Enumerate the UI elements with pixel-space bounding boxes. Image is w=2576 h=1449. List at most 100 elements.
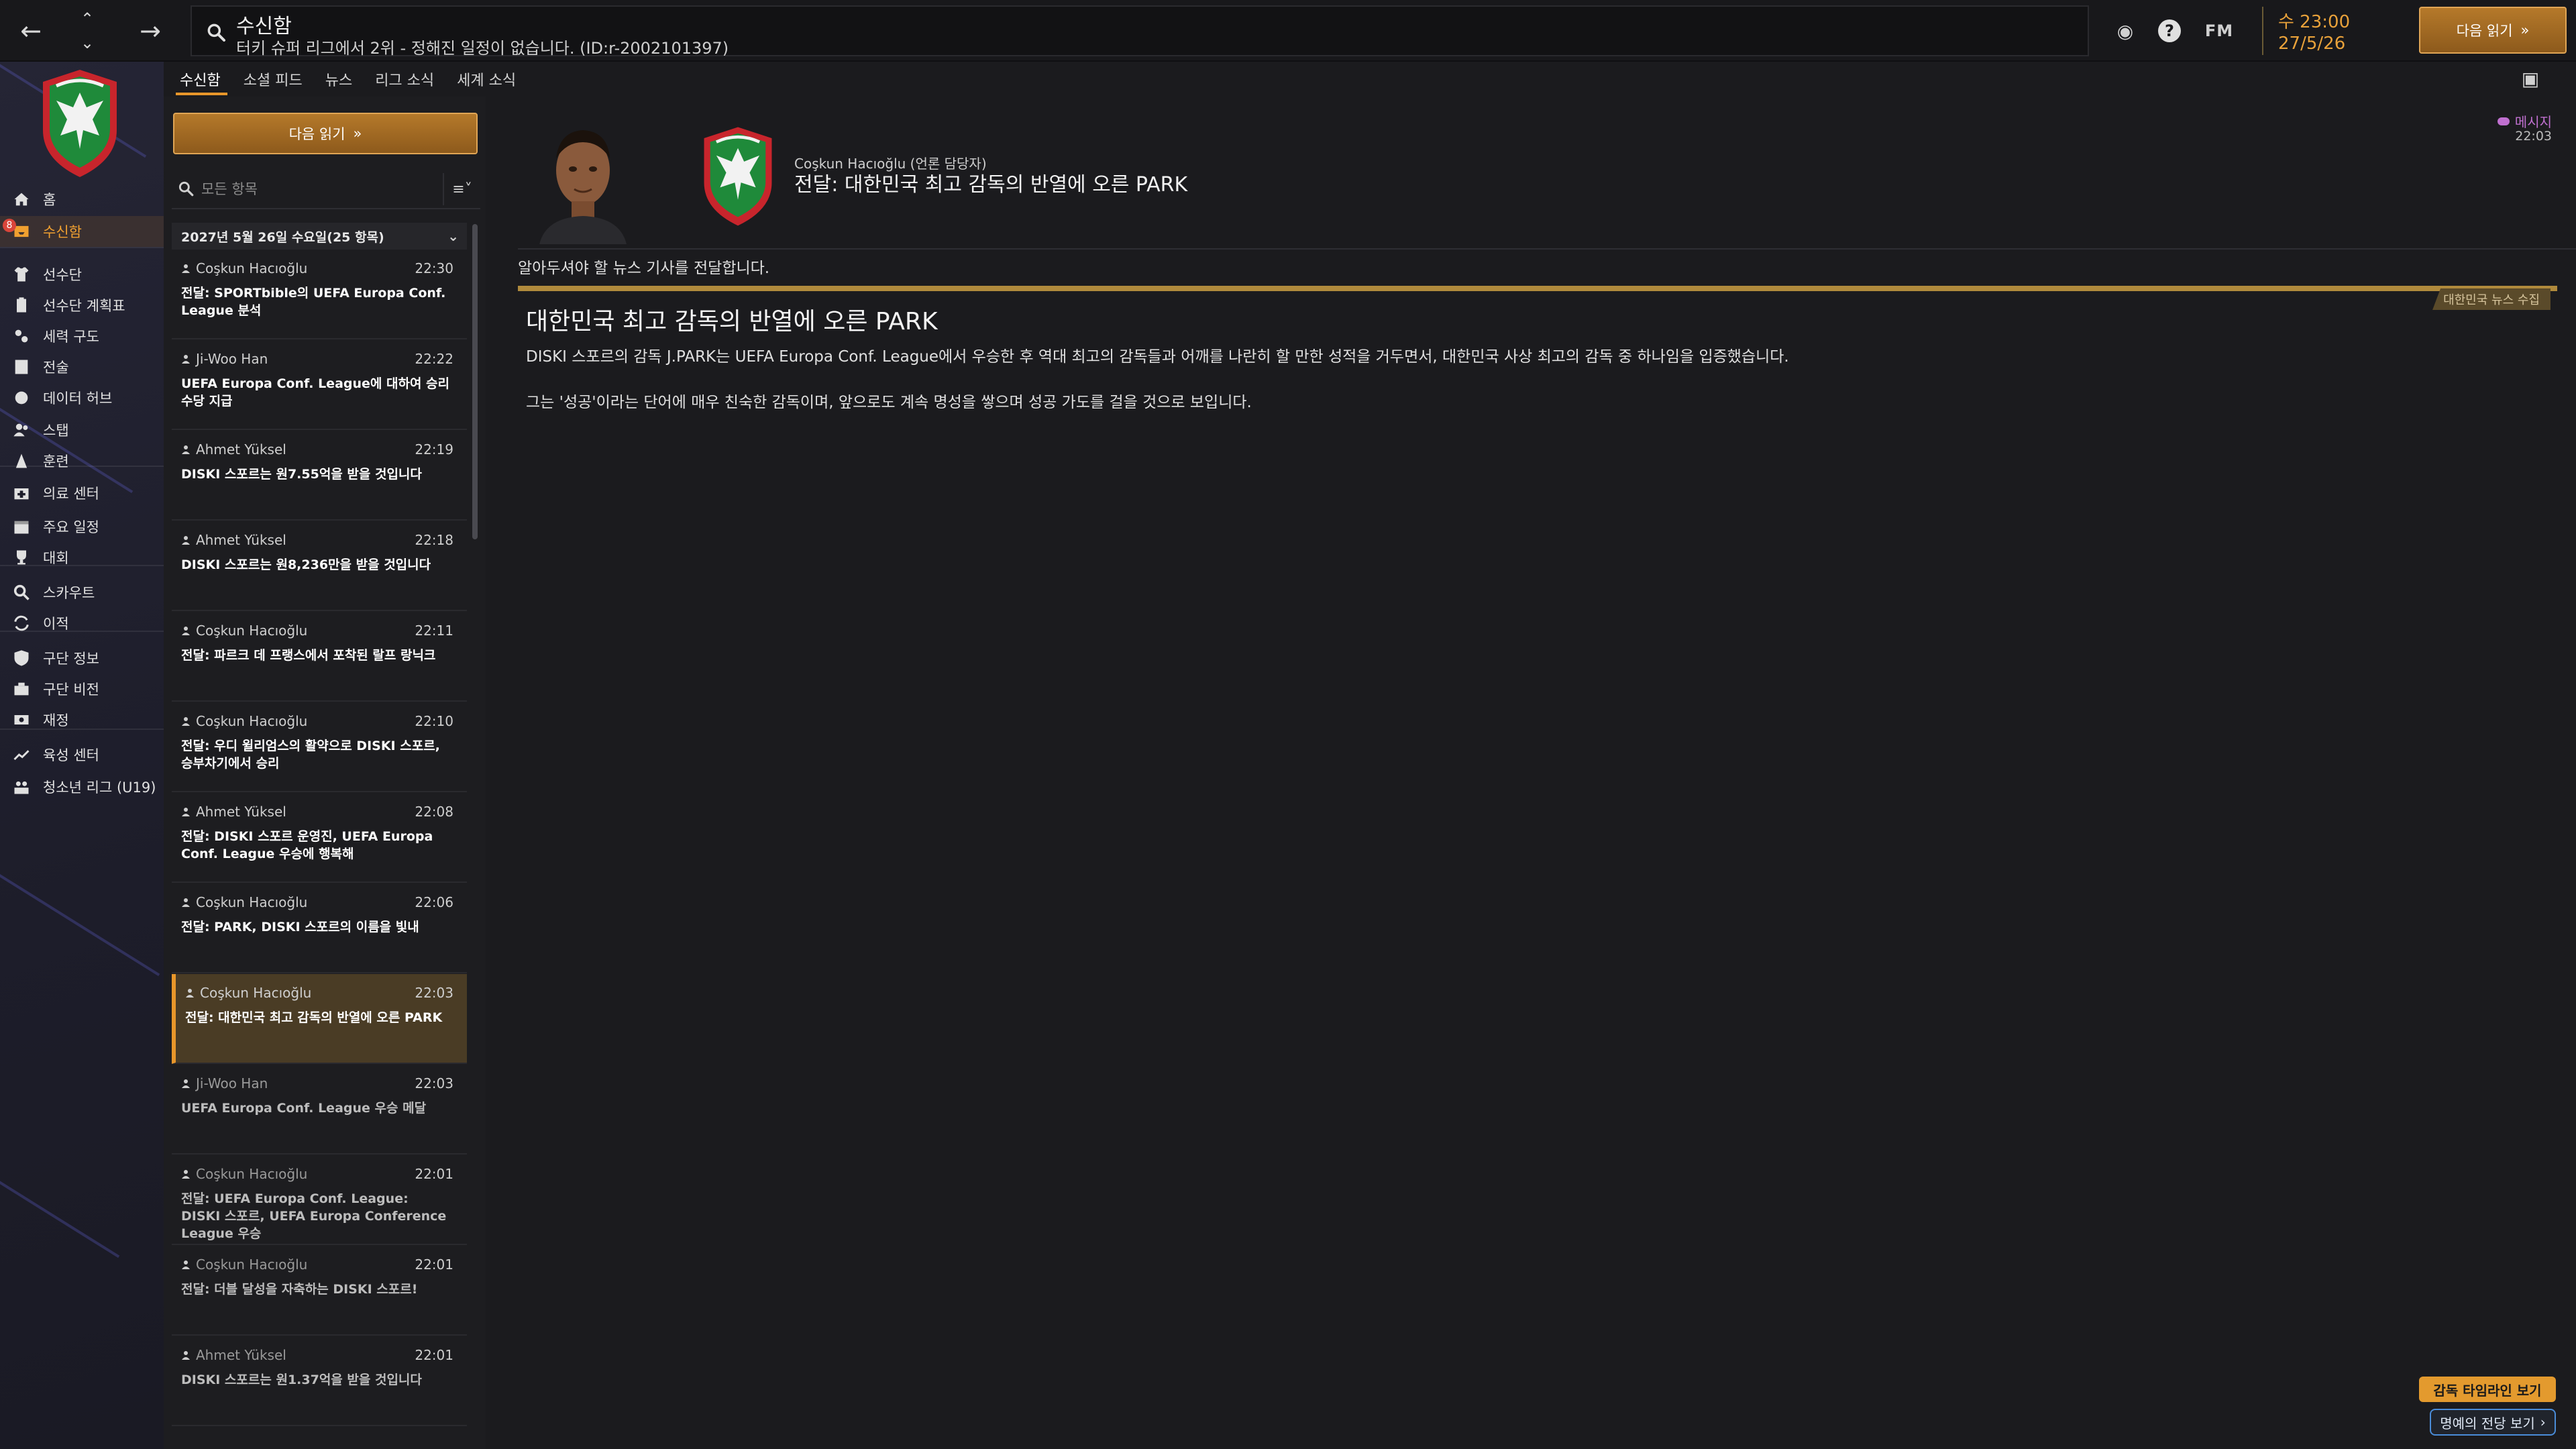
sidebar-item-youth[interactable]: 청소년 리그 (U19) xyxy=(0,771,164,802)
sidebar-item-dynamics[interactable]: 세력 구도 xyxy=(0,321,164,352)
person-icon xyxy=(182,445,190,454)
sidebar-item-label: 스탭 xyxy=(43,423,69,439)
sidebar-item-inbox[interactable]: 수신함 xyxy=(0,216,164,247)
fm-menu-button[interactable]: FM xyxy=(2198,16,2241,46)
sidebar-item-trophy[interactable]: 대회 xyxy=(0,542,164,573)
filter-row: ≡˅ xyxy=(172,169,480,209)
up-chevron-icon[interactable]: ⌃ xyxy=(75,8,99,30)
game-clock[interactable]: 수 23:00 27/5/26 xyxy=(2262,7,2396,55)
sidebar-item-shirt[interactable]: 선수단 xyxy=(0,259,164,290)
sidebar-item-home[interactable]: 홈 xyxy=(0,184,164,215)
sidebar-item-scout[interactable]: 스카우트 xyxy=(0,577,164,608)
message-row[interactable]: Ahmet Yüksel 22:18 DISKI 스포르는 원8,236만을 받을 … xyxy=(172,521,467,611)
filter-input[interactable] xyxy=(201,178,429,200)
message-row-sender: Ahmet Yüksel xyxy=(196,441,286,458)
message-row[interactable]: Ahmet Yüksel 22:19 DISKI 스포르는 원7.55억을 받을 것… xyxy=(172,431,467,521)
help-icon[interactable]: ? xyxy=(2156,16,2183,46)
sidebar-item-calendar[interactable]: 주요 일정 xyxy=(0,511,164,542)
sort-menu-icon[interactable]: ≡˅ xyxy=(443,173,480,205)
divider xyxy=(0,247,164,248)
sidebar-item-tactics[interactable]: 전술 xyxy=(0,352,164,382)
sidebar-item-club-info[interactable]: 구단 정보 xyxy=(0,643,164,674)
sidebar-item-clipboard[interactable]: 선수단 계획표 xyxy=(0,290,164,321)
message-row-time: 22:18 xyxy=(415,532,453,548)
search-bar[interactable]: 수신함 터키 슈퍼 리그에서 2위 - 정해진 일정이 없습니다. (ID:r-… xyxy=(191,5,2089,58)
news-article-bar xyxy=(518,286,2557,291)
data-hub-icon xyxy=(0,388,43,407)
message-row-sender-wrap: Ahmet Yüksel xyxy=(181,1347,286,1363)
training-icon xyxy=(0,451,43,470)
tab-world-news[interactable]: 세계 소식 xyxy=(449,62,531,97)
message-row-time: 22:06 xyxy=(415,894,453,910)
hall-of-fame-label: 명예의 전당 보기 xyxy=(2440,1415,2535,1432)
sidebar-item-club-vision[interactable]: 구단 비전 xyxy=(0,674,164,704)
message-row-sender: Ahmet Yüksel xyxy=(196,1347,286,1363)
message-row[interactable]: Coşkun Hacıoğlu 22:01 전달: 더블 달성을 자축하는 DISK… xyxy=(172,1246,467,1336)
message-row[interactable]: Coşkun Hacıoğlu 22:06 전달: PARK, DISKI 스포르의… xyxy=(172,883,467,973)
message-row[interactable]: Coşkun Hacıoğlu 22:11 전달: 파르크 데 프랭스에서 포착된 … xyxy=(172,612,467,702)
sidebar-item-label: 전술 xyxy=(43,360,69,376)
list-scrollbar[interactable] xyxy=(472,224,478,539)
tab-social-feed[interactable]: 소셜 피드 xyxy=(235,62,317,97)
tab-bar: 수신함 소셜 피드 뉴스 리그 소식 세계 소식 xyxy=(172,62,531,97)
hall-of-fame-button[interactable]: 명예의 전당 보기 › xyxy=(2430,1409,2556,1436)
chevron-down-icon: ⌄ xyxy=(447,228,459,244)
message-row-subject: DISKI 스포르는 원7.55억을 받을 것입니다 xyxy=(181,467,422,482)
message-row-subject: 전달: PARK, DISKI 스포르의 이름을 빛내 xyxy=(181,920,419,934)
manager-timeline-button[interactable]: 감독 타임라인 보기 xyxy=(2419,1377,2556,1402)
layout-toggle-icon[interactable]: ▣ xyxy=(2517,67,2544,90)
date-group-header[interactable]: 2027년 5월 26일 수요일(25 항목) ⌄ xyxy=(172,223,467,250)
sidebar-item-training[interactable]: 훈련 xyxy=(0,445,164,476)
message-row-sender: Ji-Woo Han xyxy=(196,1075,268,1091)
sidebar-item-label: 재정 xyxy=(43,712,69,729)
sidebar-item-finance[interactable]: 재정 xyxy=(0,704,164,735)
message-row-sender: Coşkun Hacıoğlu xyxy=(196,713,308,729)
message-view: Coşkun Hacıoğlu (언론 담당자) 전달: 대한민국 최고 감독의… xyxy=(486,97,2576,1449)
sidebar-item-label: 구단 비전 xyxy=(43,682,99,698)
trophy-icon xyxy=(0,548,43,567)
message-row[interactable]: Coşkun Hacıoğlu 22:03 전달: 대한민국 최고 감독의 반열에 … xyxy=(172,974,467,1064)
message-row-sender: Ji-Woo Han xyxy=(196,351,268,367)
continue-label: 다음 읽기 xyxy=(2456,23,2513,39)
person-icon xyxy=(182,1351,190,1360)
tab-news[interactable]: 뉴스 xyxy=(317,62,367,97)
sidebar-item-development[interactable]: 육성 센터 xyxy=(0,739,164,770)
message-row[interactable]: Ji-Woo Han 22:03 UEFA Europa Conf. League … xyxy=(172,1065,467,1155)
message-row[interactable]: Coşkun Hacıoğlu 22:30 전달: SPORTbible의 UEFA… xyxy=(172,250,467,339)
sidebar-item-data-hub[interactable]: 데이터 허브 xyxy=(0,382,164,413)
person-icon xyxy=(182,1170,190,1179)
sidebar-item-staff[interactable]: 스탭 xyxy=(0,415,164,445)
message-row-sender-wrap: Coşkun Hacıoğlu xyxy=(181,894,307,910)
message-row[interactable]: Coşkun Hacıoğlu 22:10 전달: 우디 윌리엄스의 활약으로 DI… xyxy=(172,702,467,792)
news-source-tag: 대한민국 뉴스 수집 xyxy=(2432,288,2551,310)
continue-reading-button[interactable]: 다음 읽기 » xyxy=(173,113,478,154)
message-row[interactable]: Ahmet Yüksel 22:01 DISKI 스포르는 원1.37억을 받을 것… xyxy=(172,1336,467,1426)
sidebar-item-label: 구단 정보 xyxy=(43,651,99,667)
tab-league-news[interactable]: 리그 소식 xyxy=(367,62,449,97)
message-row[interactable]: Ji-Woo Han 22:22 UEFA Europa Conf. League에… xyxy=(172,340,467,430)
message-row-time: 22:01 xyxy=(415,1256,453,1273)
club-vision-icon xyxy=(0,680,43,698)
message-row[interactable]: Coşkun Hacıoğlu 22:01 전달: UEFA Europa Conf… xyxy=(172,1155,467,1245)
news-paragraph: DISKI 스포르의 감독 J.PARK는 UEFA Europa Conf. … xyxy=(526,348,1789,366)
sidebar-item-label: 주요 일정 xyxy=(43,519,99,535)
sidebar-item-medical[interactable]: 의료 센터 xyxy=(0,478,164,508)
page-subtitle: 터키 슈퍼 리그에서 2위 - 정해진 일정이 없습니다. (ID:r-2002… xyxy=(236,39,729,58)
back-arrow-icon[interactable]: ← xyxy=(12,13,50,48)
message-row[interactable]: Ahmet Yüksel 22:08 전달: DISKI 스포르 운영진, UEFA… xyxy=(172,793,467,883)
message-row-sender: Coşkun Hacıoğlu xyxy=(200,985,312,1001)
message-row-time: 22:03 xyxy=(415,1075,453,1091)
message-row-sender: Coşkun Hacıoğlu xyxy=(196,623,308,639)
down-chevron-icon[interactable]: ⌄ xyxy=(75,32,99,54)
club-crest-logo[interactable] xyxy=(36,66,123,180)
person-icon xyxy=(182,264,190,273)
tab-inbox[interactable]: 수신함 xyxy=(172,62,235,97)
message-row-sender-wrap: Ji-Woo Han xyxy=(181,1075,268,1091)
message-subject: 전달: 대한민국 최고 감독의 반열에 오른 PARK xyxy=(794,173,1188,197)
forward-arrow-icon[interactable]: → xyxy=(131,13,169,48)
decor-stripe xyxy=(0,867,160,977)
globe-icon[interactable]: ◉ xyxy=(2110,16,2140,46)
sidebar-item-transfer[interactable]: 이적 xyxy=(0,608,164,639)
continue-button[interactable]: 다음 읽기 » xyxy=(2419,7,2567,54)
message-row-subject: 전달: 파르크 데 프랭스에서 포착된 랄프 랑닉크 xyxy=(181,648,436,663)
